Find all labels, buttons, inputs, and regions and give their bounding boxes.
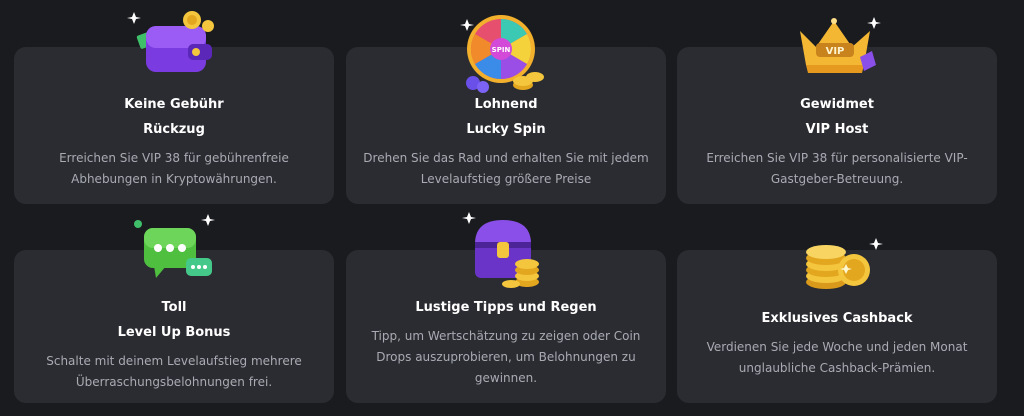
card-title: Lucky Spin <box>466 122 546 137</box>
treasure-chest-icon <box>459 212 553 290</box>
feature-card-lucky-spin: SPIN Lohnend Lucky Spin Drehen Sie das R… <box>346 15 666 204</box>
feature-card-cashback: Exklusives Cashback Verdienen Sie jede W… <box>677 238 997 403</box>
card-description: Erreichen Sie VIP 38 für gebührenfreie A… <box>59 151 289 186</box>
lucky-wheel-icon: SPIN <box>460 11 551 95</box>
card-title: Keine Gebühr <box>124 97 224 112</box>
card-title: Lustige Tipps und Regen <box>415 300 597 315</box>
card-title: Lohnend <box>474 97 538 112</box>
vip-crown-icon: VIP <box>790 17 884 83</box>
feature-card-vip-host: VIP Gewidmet VIP Host Erreichen Sie VIP … <box>677 17 997 204</box>
card-description: Schalte mit deinem Levelaufstieg mehrere… <box>46 354 302 389</box>
card-title: Level Up Bonus <box>117 325 231 340</box>
coin-stack-icon <box>792 234 883 290</box>
feature-card-no-fee: Keine Gebühr Rückzug Erreichen Sie VIP 3… <box>14 11 334 204</box>
chat-bubbles-icon <box>126 214 222 288</box>
card-title: Rückzug <box>143 122 205 137</box>
card-title: VIP Host <box>805 122 869 137</box>
card-title: Exklusives Cashback <box>761 311 913 326</box>
card-description: Tipp, um Wertschätzung zu zeigen oder Co… <box>371 329 641 385</box>
feature-card-tips-rain: Lustige Tipps und Regen Tipp, um Wertsch… <box>346 212 666 403</box>
wheel-label: SPIN <box>492 46 511 54</box>
card-title: Gewidmet <box>800 97 874 112</box>
card-description: Erreichen Sie VIP 38 für personalisierte… <box>706 151 968 186</box>
wallet-icon <box>124 11 224 90</box>
card-description: Verdienen Sie jede Woche und jeden Monat… <box>706 340 968 375</box>
feature-card-level-up-bonus: Toll Level Up Bonus Schalte mit deinem L… <box>14 214 334 403</box>
card-description: Drehen Sie das Rad und erhalten Sie mit … <box>363 151 649 186</box>
card-title: Toll <box>161 300 187 315</box>
crown-label: VIP <box>826 46 845 57</box>
